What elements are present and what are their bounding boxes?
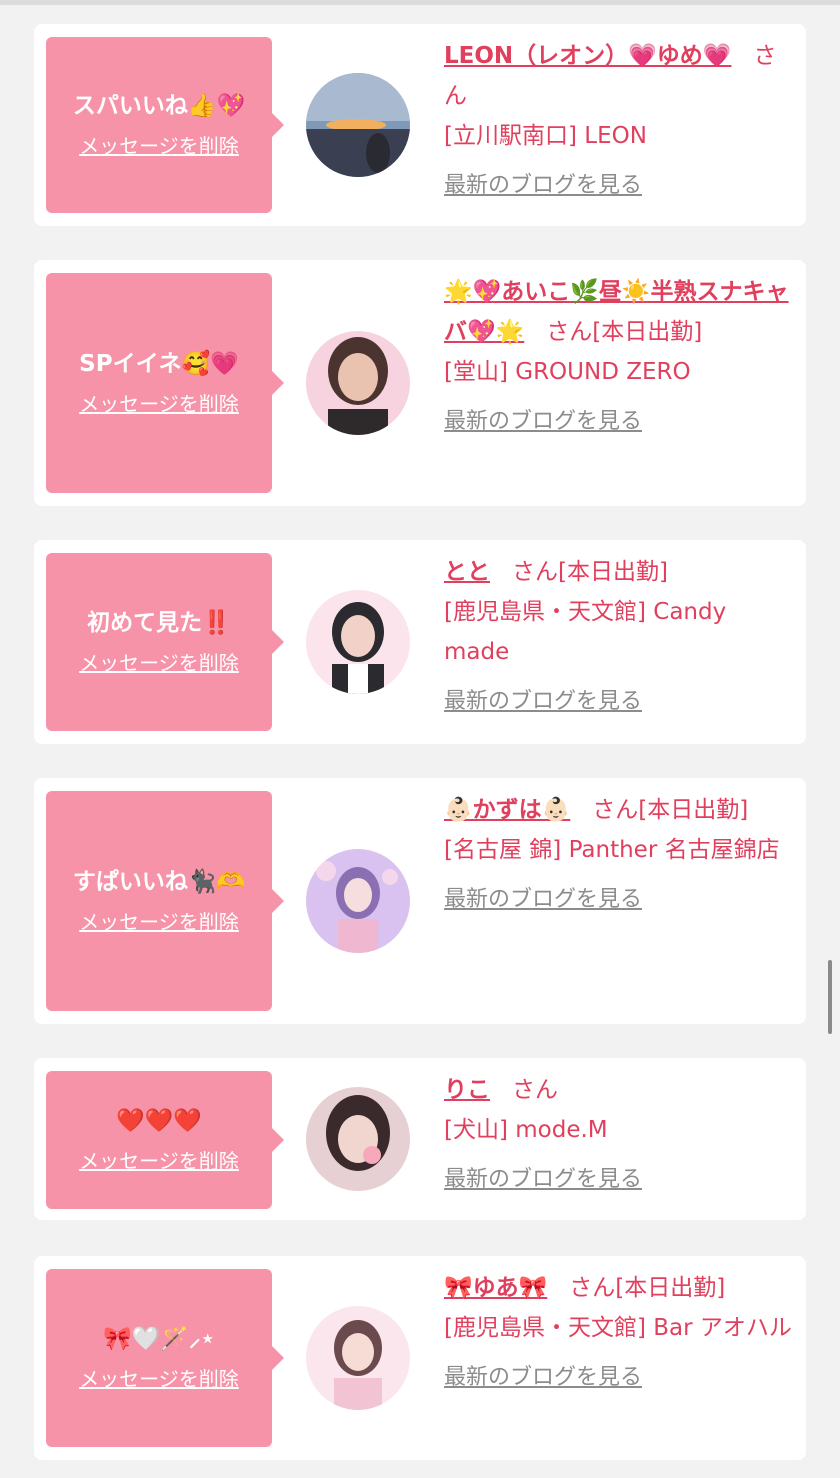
message-card: SPイイネ🥰💗 メッセージを削除 🌟💖あいこ🌿昼☀️半熟スナキャバ💖🌟 さん[本日… <box>34 260 806 506</box>
cast-name-link[interactable]: 🎀ゆあ🎀 <box>444 1275 547 1301</box>
store-name: [堂山] GROUND ZERO <box>444 359 691 385</box>
message-text: SPイイネ🥰💗 <box>79 351 239 377</box>
avatar[interactable] <box>306 590 410 694</box>
message-bubble: 🎀🤍🪄⸝⋆ メッセージを削除 <box>46 1269 284 1447</box>
message-text: すぱいいね🐈‍⬛🫶 <box>72 869 246 895</box>
honorific: さん <box>512 559 558 585</box>
honorific: さん <box>512 1077 558 1103</box>
message-text: 🎀🤍🪄⸝⋆ <box>103 1326 215 1352</box>
attendance-status: [本日出勤] <box>615 1275 726 1301</box>
cast-info: 👶🏻かずは👶🏻 さん[本日出勤] [名古屋 錦] Panther 名古屋錦店 最新… <box>444 790 794 916</box>
message-card: ❤️❤️❤️ メッセージを削除 りこ さん [犬山] mode.M 最新のブログを… <box>34 1058 806 1220</box>
delete-message-link[interactable]: メッセージを削除 <box>79 1365 239 1393</box>
latest-blog-link[interactable]: 最新のブログを見る <box>444 1362 642 1394</box>
message-bubble: ❤️❤️❤️ メッセージを削除 <box>46 1071 284 1209</box>
message-bubble: SPイイネ🥰💗 メッセージを削除 <box>46 273 284 493</box>
cast-name-link[interactable]: とと <box>444 559 490 585</box>
store-name: [鹿児島県・天文館] Candy made <box>444 599 727 665</box>
message-text: 初めて見た‼️ <box>87 610 231 636</box>
avatar[interactable] <box>306 1087 410 1191</box>
message-text: ❤️❤️❤️ <box>116 1108 202 1134</box>
message-card: すぱいいね🐈‍⬛🫶 メッセージを削除 👶🏻かずは👶🏻 さん[本日出勤] [名古屋 … <box>34 778 806 1024</box>
attendance-status: [本日出勤] <box>638 797 749 823</box>
avatar[interactable] <box>306 331 410 435</box>
top-divider <box>0 0 840 5</box>
attendance-status: [本日出勤] <box>592 319 703 345</box>
cast-info: りこ さん [犬山] mode.M 最新のブログを見る <box>444 1070 794 1196</box>
store-name: [犬山] mode.M <box>444 1117 608 1143</box>
cast-name-link[interactable]: LEON（レオン）💗ゆめ💗 <box>444 43 731 69</box>
cast-info: 🌟💖あいこ🌿昼☀️半熟スナキャバ💖🌟 さん[本日出勤] [堂山] GROUND Z… <box>444 272 794 438</box>
avatar[interactable] <box>306 1306 410 1410</box>
delete-message-link[interactable]: メッセージを削除 <box>79 1147 239 1175</box>
delete-message-link[interactable]: メッセージを削除 <box>79 390 239 418</box>
attendance-status: [本日出勤] <box>558 559 668 585</box>
cast-info: LEON（レオン）💗ゆめ💗 さん [立川駅南口] LEON 最新のブログを見る <box>444 36 794 202</box>
honorific: さん <box>569 1275 616 1301</box>
message-text: スパいいね👍💖 <box>72 93 246 119</box>
store-name: [名古屋 錦] Panther 名古屋錦店 <box>444 837 780 863</box>
latest-blog-link[interactable]: 最新のブログを見る <box>444 406 642 438</box>
message-card: 初めて見た‼️ メッセージを削除 とと さん[本日出勤] [鹿児島県・天文館] C… <box>34 540 806 744</box>
avatar[interactable] <box>306 73 410 177</box>
avatar[interactable] <box>306 849 410 953</box>
latest-blog-link[interactable]: 最新のブログを見る <box>444 686 642 718</box>
cast-info: 🎀ゆあ🎀 さん[本日出勤] [鹿児島県・天文館] Bar アオハル 最新のブログを… <box>444 1268 794 1394</box>
latest-blog-link[interactable]: 最新のブログを見る <box>444 170 642 202</box>
message-bubble: すぱいいね🐈‍⬛🫶 メッセージを削除 <box>46 791 284 1011</box>
message-card: 🎀🤍🪄⸝⋆ メッセージを削除 🎀ゆあ🎀 さん[本日出勤] [鹿児島県・天文館] B… <box>34 1256 806 1460</box>
cast-name-link[interactable]: りこ <box>444 1077 490 1103</box>
store-name: [鹿児島県・天文館] Bar アオハル <box>444 1315 792 1341</box>
store-name: [立川駅南口] LEON <box>444 123 647 149</box>
message-card: スパいいね👍💖 メッセージを削除 LEON（レオン）💗ゆめ💗 さん [立川駅南口]… <box>34 24 806 226</box>
cast-info: とと さん[本日出勤] [鹿児島県・天文館] Candy made 最新のブログを… <box>444 552 794 718</box>
scroll-indicator[interactable] <box>828 960 832 1034</box>
latest-blog-link[interactable]: 最新のブログを見る <box>444 1164 642 1196</box>
honorific: さん <box>546 319 593 345</box>
honorific: さん <box>592 797 639 823</box>
delete-message-link[interactable]: メッセージを削除 <box>79 132 239 160</box>
delete-message-link[interactable]: メッセージを削除 <box>79 908 239 936</box>
latest-blog-link[interactable]: 最新のブログを見る <box>444 884 642 916</box>
message-bubble: スパいいね👍💖 メッセージを削除 <box>46 37 284 213</box>
delete-message-link[interactable]: メッセージを削除 <box>79 649 239 677</box>
cast-name-link[interactable]: 👶🏻かずは👶🏻 <box>444 797 570 823</box>
message-bubble: 初めて見た‼️ メッセージを削除 <box>46 553 284 731</box>
